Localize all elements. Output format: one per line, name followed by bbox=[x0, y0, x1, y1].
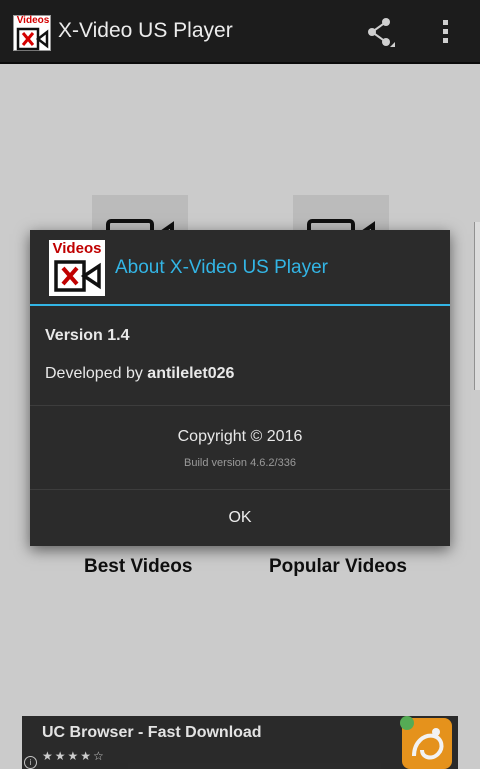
developer-text: Developed by antilelet026 bbox=[45, 365, 234, 383]
share-icon[interactable] bbox=[362, 14, 398, 50]
app-title: X-Video US Player bbox=[58, 19, 233, 42]
developer-name: antilelet026 bbox=[147, 365, 235, 382]
dialog-logo-text: Videos bbox=[52, 240, 102, 257]
video-x-icon bbox=[54, 260, 101, 292]
divider bbox=[30, 405, 450, 406]
app-logo: Videos bbox=[13, 15, 51, 51]
version-text: Version 1.4 bbox=[45, 327, 130, 344]
video-x-icon bbox=[16, 27, 49, 51]
build-version-text: Build version 4.6.2/336 bbox=[184, 457, 296, 469]
dialog-title: About X-Video US Player bbox=[115, 257, 328, 278]
about-dialog: Videos About X-Video US Player Version 1… bbox=[30, 230, 450, 546]
more-vert-icon[interactable] bbox=[434, 14, 458, 50]
app-logo-text: Videos bbox=[16, 15, 50, 26]
developer-prefix: Developed by bbox=[45, 365, 143, 382]
ok-button[interactable]: OK bbox=[30, 490, 450, 546]
copyright-text: Copyright © 2016 bbox=[177, 428, 303, 445]
title-divider bbox=[30, 304, 450, 306]
app-bar: Videos X-Video US Player bbox=[0, 0, 480, 64]
dialog-logo: Videos bbox=[49, 240, 105, 296]
